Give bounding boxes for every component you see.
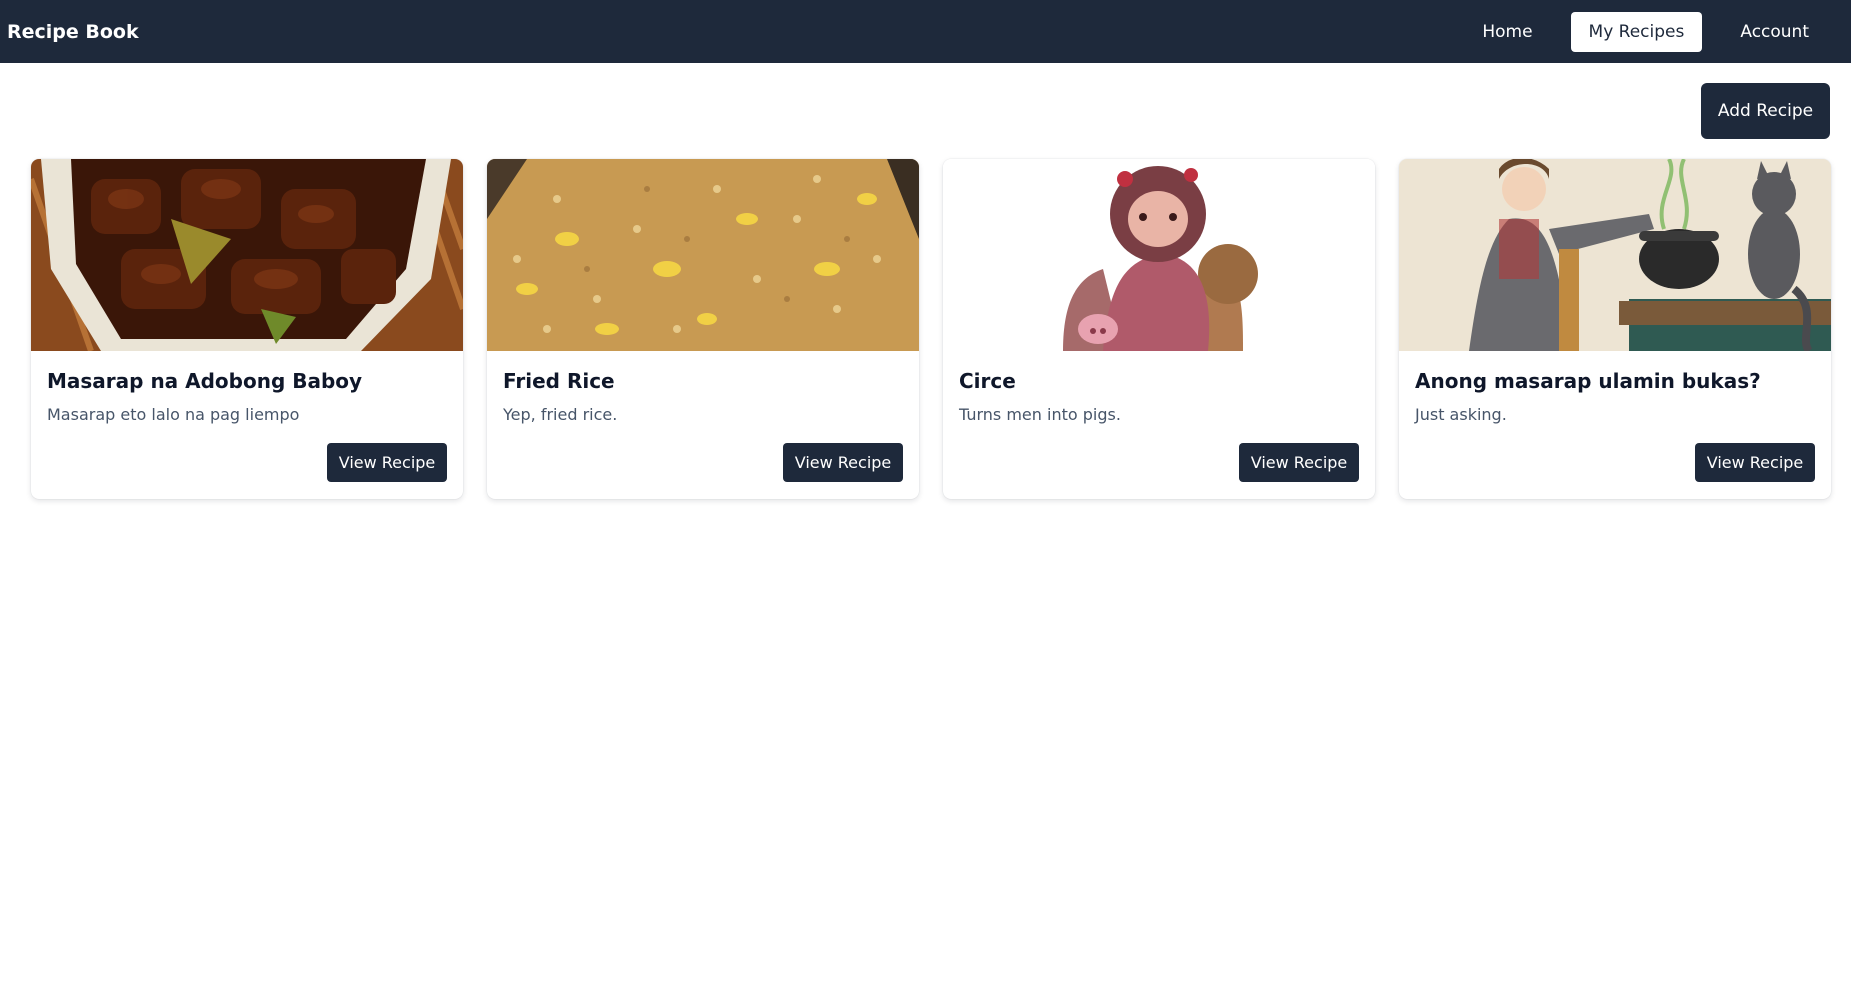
view-recipe-button[interactable]: View Recipe	[1695, 443, 1815, 482]
recipe-image-fried-rice	[487, 159, 919, 351]
top-navbar: Recipe Book Home My Recipes Account	[0, 0, 1851, 63]
recipe-description: Yep, fried rice.	[503, 405, 618, 424]
recipe-description: Turns men into pigs.	[959, 405, 1121, 424]
recipe-description: Masarap eto lalo na pag liempo	[47, 405, 300, 424]
app-title[interactable]: Recipe Book	[7, 21, 139, 43]
recipe-card: Masarap na Adobong Baboy Masarap eto lal…	[31, 159, 463, 499]
view-recipe-button[interactable]: View Recipe	[783, 443, 903, 482]
recipe-card: Circe Turns men into pigs. View Recipe	[943, 159, 1375, 499]
view-recipe-button[interactable]: View Recipe	[1239, 443, 1359, 482]
circe-illustration	[943, 159, 1375, 351]
nav-link-my-recipes[interactable]: My Recipes	[1570, 11, 1703, 52]
recipe-image-circe	[943, 159, 1375, 351]
recipe-title: Fried Rice	[503, 369, 615, 393]
nav-link-home[interactable]: Home	[1464, 12, 1550, 52]
recipe-image-adobo	[31, 159, 463, 351]
recipe-card: Anong masarap ulamin bukas? Just asking.…	[1399, 159, 1831, 499]
recipe-title: Circe	[959, 369, 1016, 393]
recipe-card: Fried Rice Yep, fried rice. View Recipe	[487, 159, 919, 499]
fried-rice-photo	[487, 159, 919, 351]
recipe-title: Anong masarap ulamin bukas?	[1415, 369, 1761, 393]
recipe-description: Just asking.	[1415, 405, 1507, 424]
nav-links: Home My Recipes Account	[1444, 0, 1827, 63]
add-recipe-button[interactable]: Add Recipe	[1701, 83, 1830, 139]
recipe-image-witch	[1399, 159, 1831, 351]
witch-cauldron-cat-illustration	[1399, 159, 1831, 351]
recipe-title: Masarap na Adobong Baboy	[47, 369, 363, 393]
recipe-grid: Masarap na Adobong Baboy Masarap eto lal…	[31, 159, 1831, 499]
adobo-photo	[31, 159, 463, 351]
nav-link-account[interactable]: Account	[1722, 12, 1827, 52]
view-recipe-button[interactable]: View Recipe	[327, 443, 447, 482]
